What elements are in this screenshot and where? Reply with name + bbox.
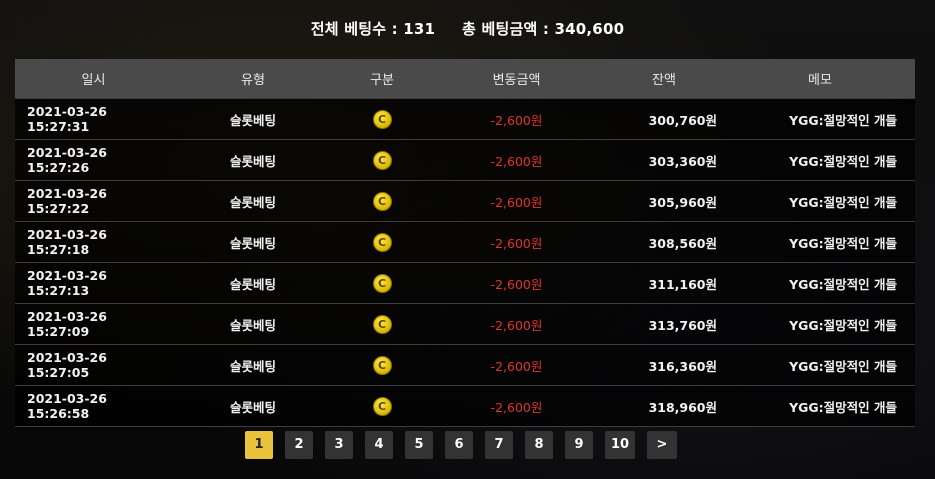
row-memo: YGG:절망적인 개들 bbox=[725, 98, 915, 140]
row-memo: YGG:절망적인 개들 bbox=[725, 262, 915, 304]
table-row: 2021-03-26 15:27:13 슬롯베팅 C -2,600원 311,160원 Y… bbox=[15, 262, 915, 304]
pagination: 1 2 3 4 5 6 7 8 9 10 > bbox=[245, 431, 689, 459]
row-amount: -2,600원 bbox=[430, 262, 603, 304]
row-balance: 300,760원 bbox=[603, 98, 725, 140]
row-balance: 316,360원 bbox=[603, 344, 725, 386]
row-memo: YGG:절망적인 개들 bbox=[725, 344, 915, 386]
column-header-amount: 변동금액 bbox=[430, 59, 603, 99]
row-datetime: 2021-03-26 15:27:31 bbox=[15, 98, 172, 140]
coin-icon: C bbox=[372, 191, 392, 211]
page-button-2[interactable]: 2 bbox=[285, 431, 313, 459]
row-datetime: 2021-03-26 15:27:13 bbox=[15, 262, 172, 304]
row-balance: 311,160원 bbox=[603, 262, 725, 304]
row-category: C bbox=[334, 385, 430, 427]
page-button-8[interactable]: 8 bbox=[525, 431, 553, 459]
page-button-5[interactable]: 5 bbox=[405, 431, 433, 459]
row-balance: 305,960원 bbox=[603, 180, 725, 222]
table-header-row: 일시 유형 구분 변동금액 잔액 메모 bbox=[15, 59, 915, 99]
row-type: 슬롯베팅 bbox=[172, 221, 334, 263]
row-type: 슬롯베팅 bbox=[172, 262, 334, 304]
coin-icon: C bbox=[372, 396, 392, 416]
row-category: C bbox=[334, 139, 430, 181]
row-datetime: 2021-03-26 15:27:22 bbox=[15, 180, 172, 222]
row-type: 슬롯베팅 bbox=[172, 180, 334, 222]
row-type: 슬롯베팅 bbox=[172, 344, 334, 386]
row-type: 슬롯베팅 bbox=[172, 139, 334, 181]
page-button-4[interactable]: 4 bbox=[365, 431, 393, 459]
row-memo: YGG:절망적인 개들 bbox=[725, 180, 915, 222]
betting-summary: 전체 베팅수 : 131 총 베팅금액 : 340,600 bbox=[0, 18, 935, 39]
row-category: C bbox=[334, 221, 430, 263]
row-amount: -2,600원 bbox=[430, 385, 603, 427]
total-bet-amount: 총 베팅금액 : 340,600 bbox=[462, 20, 625, 38]
row-balance: 313,760원 bbox=[603, 303, 725, 345]
row-type: 슬롯베팅 bbox=[172, 303, 334, 345]
page-button-9[interactable]: 9 bbox=[565, 431, 593, 459]
column-header-balance: 잔액 bbox=[603, 59, 725, 99]
row-amount: -2,600원 bbox=[430, 180, 603, 222]
column-header-memo: 메모 bbox=[725, 59, 915, 99]
page-button-3[interactable]: 3 bbox=[325, 431, 353, 459]
row-datetime: 2021-03-26 15:27:05 bbox=[15, 344, 172, 386]
row-amount: -2,600원 bbox=[430, 344, 603, 386]
page-button-7[interactable]: 7 bbox=[485, 431, 513, 459]
column-header-type: 유형 bbox=[172, 59, 334, 99]
page-button-10[interactable]: 10 bbox=[605, 431, 635, 459]
page-button-6[interactable]: 6 bbox=[445, 431, 473, 459]
row-amount: -2,600원 bbox=[430, 139, 603, 181]
row-memo: YGG:절망적인 개들 bbox=[725, 139, 915, 181]
betting-history-table: 일시 유형 구분 변동금액 잔액 메모 2021-03-26 15:27:31 슬… bbox=[15, 59, 915, 427]
row-amount: -2,600원 bbox=[430, 221, 603, 263]
table-row: 2021-03-26 15:27:31 슬롯베팅 C -2,600원 300,760원 Y… bbox=[15, 98, 915, 140]
row-type: 슬롯베팅 bbox=[172, 98, 334, 140]
row-amount: -2,600원 bbox=[430, 98, 603, 140]
row-amount: -2,600원 bbox=[430, 303, 603, 345]
column-header-datetime: 일시 bbox=[15, 59, 172, 99]
row-category: C bbox=[334, 344, 430, 386]
row-category: C bbox=[334, 303, 430, 345]
row-balance: 303,360원 bbox=[603, 139, 725, 181]
coin-icon: C bbox=[372, 355, 392, 375]
row-datetime: 2021-03-26 15:27:26 bbox=[15, 139, 172, 181]
coin-icon: C bbox=[372, 232, 392, 252]
row-balance: 308,560원 bbox=[603, 221, 725, 263]
table-row: 2021-03-26 15:26:58 슬롯베팅 C -2,600원 318,960원 Y… bbox=[15, 385, 915, 427]
row-category: C bbox=[334, 180, 430, 222]
row-type: 슬롯베팅 bbox=[172, 385, 334, 427]
total-bets-count: 전체 베팅수 : 131 bbox=[310, 20, 436, 38]
row-category: C bbox=[334, 98, 430, 140]
table-row: 2021-03-26 15:27:05 슬롯베팅 C -2,600원 316,360원 Y… bbox=[15, 344, 915, 386]
table-row: 2021-03-26 15:27:18 슬롯베팅 C -2,600원 308,560원 Y… bbox=[15, 221, 915, 263]
row-datetime: 2021-03-26 15:26:58 bbox=[15, 385, 172, 427]
table-row: 2021-03-26 15:27:26 슬롯베팅 C -2,600원 303,360원 Y… bbox=[15, 139, 915, 181]
page-button-1[interactable]: 1 bbox=[245, 431, 273, 459]
table-row: 2021-03-26 15:27:22 슬롯베팅 C -2,600원 305,960원 Y… bbox=[15, 180, 915, 222]
row-memo: YGG:절망적인 개들 bbox=[725, 385, 915, 427]
row-datetime: 2021-03-26 15:27:18 bbox=[15, 221, 172, 263]
table-row: 2021-03-26 15:27:09 슬롯베팅 C -2,600원 313,760원 Y… bbox=[15, 303, 915, 345]
next-page-button[interactable]: > bbox=[647, 431, 677, 459]
coin-icon: C bbox=[372, 150, 392, 170]
coin-icon: C bbox=[372, 314, 392, 334]
row-memo: YGG:절망적인 개들 bbox=[725, 221, 915, 263]
column-header-category: 구분 bbox=[334, 59, 430, 99]
row-memo: YGG:절망적인 개들 bbox=[725, 303, 915, 345]
row-datetime: 2021-03-26 15:27:09 bbox=[15, 303, 172, 345]
coin-icon: C bbox=[372, 273, 392, 293]
coin-icon: C bbox=[372, 109, 392, 129]
row-category: C bbox=[334, 262, 430, 304]
row-balance: 318,960원 bbox=[603, 385, 725, 427]
